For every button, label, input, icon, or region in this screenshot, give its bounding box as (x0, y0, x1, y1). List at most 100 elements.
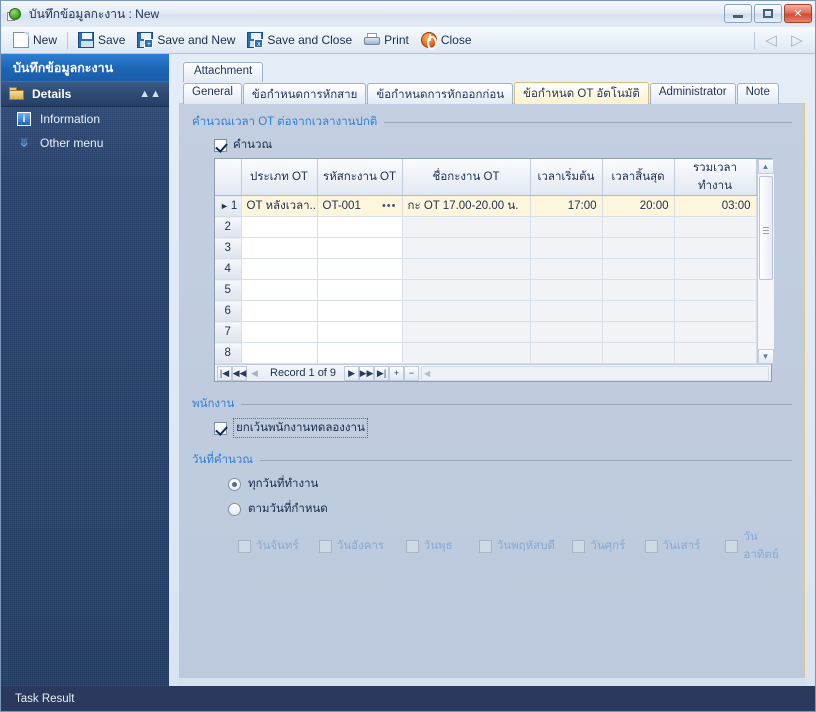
row-header-6[interactable]: 6 (215, 300, 242, 322)
cell-ot-name[interactable] (402, 342, 531, 364)
cell-total-time[interactable]: 03:00 (674, 195, 757, 217)
cell-end-time[interactable]: 20:00 (602, 195, 675, 217)
cell-ot-type[interactable] (241, 216, 318, 238)
tab-late-deduction[interactable]: ข้อกำหนดการหักสาย (242, 83, 367, 104)
cell-ot-type[interactable] (241, 300, 318, 322)
checkbox-saturday-row[interactable]: วันเสาร์ (644, 537, 726, 555)
row-header-8[interactable]: 8 (215, 342, 242, 364)
checkbox-monday[interactable] (238, 539, 251, 553)
nav-next-page-button[interactable]: ▶▶ (359, 365, 375, 381)
checkbox-calculate[interactable] (214, 138, 227, 152)
toolbar-close-button[interactable]: Close (415, 30, 478, 50)
checkbox-exclude-probation[interactable] (214, 421, 227, 435)
cell-start-time[interactable] (530, 279, 603, 301)
cell-ot-type[interactable] (241, 237, 318, 259)
tab-note[interactable]: Note (736, 83, 779, 104)
checkbox-tuesday-row[interactable]: วันอังคาร (318, 537, 406, 555)
cell-ot-code[interactable] (317, 321, 403, 343)
row-header-2[interactable]: 2 (215, 216, 242, 238)
cell-total-time[interactable] (674, 216, 757, 238)
table-row[interactable]: 3 (215, 237, 757, 259)
radio-specified-days-row[interactable]: ตามวันที่กำหนด (228, 500, 792, 518)
cell-ot-type[interactable] (241, 342, 318, 364)
checkbox-friday[interactable] (572, 539, 586, 553)
checkbox-sunday[interactable] (725, 539, 739, 553)
toolbar-print-button[interactable]: Print (358, 30, 415, 50)
nav-add-button[interactable]: + (389, 365, 405, 381)
radio-specified-days[interactable] (228, 502, 241, 516)
checkbox-tuesday[interactable] (318, 539, 332, 553)
checkbox-thursday[interactable] (478, 539, 492, 553)
cell-end-time[interactable] (602, 237, 675, 259)
scrollbar-thumb[interactable] (758, 176, 773, 280)
cell-total-time[interactable] (674, 321, 757, 343)
cell-total-time[interactable] (674, 279, 757, 301)
cell-start-time[interactable] (530, 258, 603, 280)
tab-general[interactable]: General (183, 83, 242, 104)
cell-end-time[interactable] (602, 342, 675, 364)
column-header-total-time[interactable]: รวมเวลาทำงาน (674, 159, 757, 196)
cell-ot-name[interactable] (402, 237, 531, 259)
scroll-left-icon[interactable]: ◀ (422, 369, 430, 378)
checkbox-thursday-row[interactable]: วันพฤหัสบดี (478, 537, 573, 555)
cell-start-time[interactable] (530, 216, 603, 238)
cell-ot-name[interactable] (402, 258, 531, 280)
minimize-button[interactable] (724, 4, 752, 23)
nav-prev-button[interactable]: ◀ (247, 366, 262, 381)
scroll-down-icon[interactable]: ▼ (757, 349, 774, 364)
checkbox-wednesday[interactable] (405, 539, 419, 553)
cell-end-time[interactable] (602, 300, 675, 322)
table-row[interactable]: 7 (215, 321, 757, 343)
cell-ot-name[interactable] (402, 321, 531, 343)
cell-ot-name[interactable] (402, 279, 531, 301)
table-row[interactable]: 8 (215, 342, 757, 364)
table-row[interactable]: ► 1 OT หลังเวลา... ••• OT-001 กะ OT 17.00-… (215, 195, 757, 217)
nav-last-button[interactable]: ▶| (374, 365, 390, 381)
tab-early-leave-deduction[interactable]: ข้อกำหนดการหักออกก่อน (367, 83, 514, 104)
checkbox-calculate-row[interactable]: คำนวณ (214, 136, 792, 154)
row-header-1[interactable]: ► 1 (215, 195, 242, 217)
sidebar-item-other-menu[interactable]: ⤋ Other menu (1, 131, 169, 155)
nav-back-icon[interactable]: ◁ (761, 31, 781, 49)
checkbox-saturday[interactable] (644, 539, 658, 553)
cell-ot-name[interactable] (402, 216, 531, 238)
tab-administrator[interactable]: Administrator (649, 83, 736, 104)
cell-ot-type[interactable]: OT หลังเวลา... (241, 195, 318, 217)
cell-ot-code[interactable] (317, 237, 403, 259)
cell-end-time[interactable] (602, 321, 675, 343)
cell-ot-code[interactable] (317, 258, 403, 280)
nav-remove-button[interactable]: − (404, 365, 420, 381)
table-row[interactable]: 5 (215, 279, 757, 301)
chevron-up-icon[interactable]: ▲▲ (139, 88, 161, 100)
cell-start-time[interactable] (530, 300, 603, 322)
column-header-start-time[interactable]: เวลาเริ่มต้น (530, 159, 603, 196)
cell-total-time[interactable] (674, 300, 757, 322)
toolbar-save-button[interactable]: Save (72, 30, 131, 50)
cell-ot-code[interactable] (317, 216, 403, 238)
checkbox-exclude-probation-row[interactable]: ยกเว้นพนักงานทดลองงาน (214, 418, 792, 438)
column-header-ot-code[interactable]: รหัสกะงาน OT (317, 159, 403, 196)
nav-next-button[interactable]: ▶ (344, 365, 360, 381)
tab-auto-ot[interactable]: ข้อกำหนด OT อัตโนมัติ (514, 82, 649, 104)
cell-ot-type[interactable] (241, 321, 318, 343)
ellipsis-button-icon[interactable]: ••• (382, 200, 397, 212)
cell-start-time[interactable] (530, 321, 603, 343)
checkbox-wednesday-row[interactable]: วันพุธ (405, 537, 479, 555)
sidebar-details-header[interactable]: Details ▲▲ (1, 81, 169, 107)
toolbar-save-and-close-button[interactable]: x Save and Close (241, 30, 358, 50)
row-header-7[interactable]: 7 (215, 321, 242, 343)
cell-start-time[interactable] (530, 342, 603, 364)
cell-start-time[interactable] (530, 237, 603, 259)
column-header-ot-name[interactable]: ชื่อกะงาน OT (402, 159, 531, 196)
row-header-5[interactable]: 5 (215, 279, 242, 301)
ot-shift-grid[interactable]: ประเภท OT รหัสกะงาน OT ชื่อกะงาน OT เวลา… (214, 158, 774, 382)
radio-all-workdays[interactable] (228, 477, 241, 491)
nav-prev-page-button[interactable]: ◀◀ (232, 365, 247, 381)
row-header-4[interactable]: 4 (215, 258, 242, 280)
table-row[interactable]: 6 (215, 300, 757, 322)
cell-ot-name[interactable] (402, 300, 531, 322)
column-header-end-time[interactable]: เวลาสิ้นสุด (602, 159, 675, 196)
table-row[interactable]: 2 (215, 216, 757, 238)
tab-attachment[interactable]: Attachment (183, 62, 264, 82)
cell-ot-code[interactable] (317, 342, 403, 364)
